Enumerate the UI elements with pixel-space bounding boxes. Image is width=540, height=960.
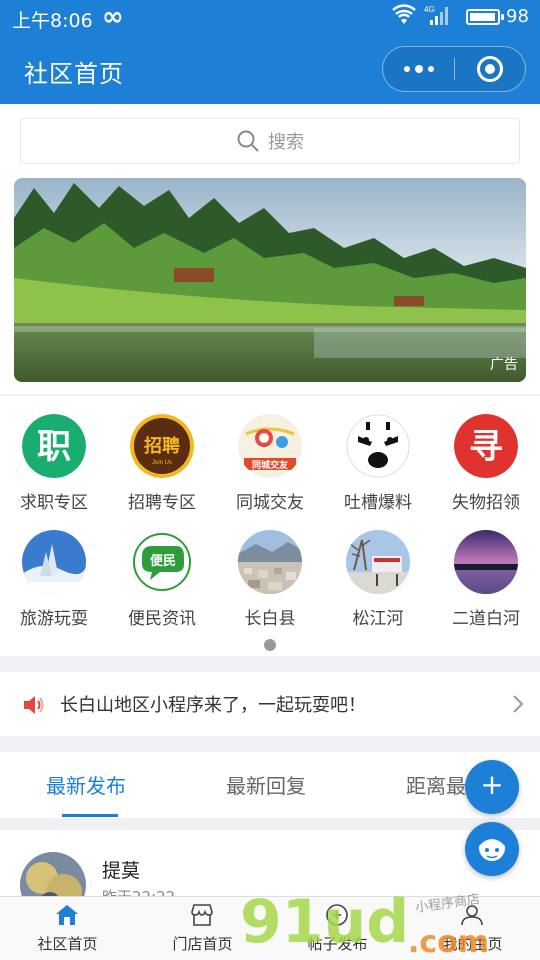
post-author: 提莫 (102, 860, 141, 882)
job-icon: 职 (22, 414, 86, 478)
search-icon (237, 130, 259, 152)
category-grid: 职 求职专区 招聘 Join Us 招聘专区 同城交友 同城交友 吐槽爆料 寻 … (0, 396, 540, 656)
tabbar-store[interactable]: 门店首页 (135, 897, 270, 960)
category-songjianghe[interactable]: 松江河 (324, 512, 432, 629)
category-friends[interactable]: 同城交友 同城交友 (216, 396, 324, 513)
erdaobaihe-icon (454, 530, 518, 594)
publish-icon (326, 904, 348, 926)
profile-icon (461, 905, 483, 926)
tabbar-publish[interactable]: 帖子发布 (270, 897, 405, 960)
svg-text:寻: 寻 (469, 427, 503, 467)
svg-text:同城交友: 同城交友 (252, 459, 288, 471)
add-post-button[interactable]: + (465, 760, 519, 814)
home-icon (56, 905, 78, 925)
banner-image (14, 178, 526, 382)
infinity-icon: ∞ (102, 2, 124, 32)
category-label: 失物招领 (452, 493, 520, 513)
ad-banner[interactable]: 广告 (14, 178, 526, 382)
battery-level: 98 (506, 6, 529, 27)
ad-label: 广告 (490, 357, 518, 373)
tabbar-home[interactable]: 社区首页 (0, 897, 135, 960)
category-label: 松江河 (352, 609, 404, 629)
store-icon (191, 904, 213, 926)
category-job[interactable]: 职 求职专区 (0, 396, 108, 513)
category-convenience[interactable]: 便民 便民资讯 (108, 512, 216, 629)
post-tabs: 最新发布 最新回复 距离最近 (0, 752, 540, 818)
category-label: 二道白河 (452, 609, 520, 629)
category-label: 求职专区 (20, 493, 88, 513)
category-recruit[interactable]: 招聘 Join Us 招聘专区 (108, 396, 216, 513)
tabbar-label: 我的主页 (442, 935, 503, 953)
page-indicator-dot (264, 639, 276, 651)
category-travel[interactable]: 旅游玩耍 (0, 512, 108, 629)
category-label: 同城交友 (236, 493, 304, 513)
battery-icon (466, 9, 504, 25)
top-section: 搜索 广告 (0, 104, 540, 394)
miniprogram-capsule (382, 46, 526, 92)
tab-latest-posts[interactable]: 最新发布 (46, 770, 126, 799)
category-erdaobaihe[interactable]: 二道白河 (432, 512, 540, 629)
svg-text:Join Us: Join Us (152, 460, 172, 466)
tabbar-label: 门店首页 (172, 935, 233, 953)
wifi-icon (392, 4, 416, 24)
lost-found-icon: 寻 (454, 414, 518, 478)
category-complain[interactable]: 吐槽爆料 (324, 396, 432, 513)
travel-icon (22, 530, 86, 594)
songjianghe-icon (346, 530, 410, 594)
app-header: 上午8:06 ∞ 4G 98 社区首页 (0, 0, 540, 104)
category-lost-found[interactable]: 寻 失物招领 (432, 396, 540, 513)
tabbar-label: 社区首页 (37, 935, 98, 953)
svg-text:招聘: 招聘 (144, 435, 180, 457)
friends-icon: 同城交友 (238, 414, 302, 478)
convenience-icon: 便民 (130, 530, 194, 594)
changbai-icon (238, 530, 302, 594)
notice-bar[interactable]: 长白山地区小程序来了，一起玩耍吧！ (0, 672, 540, 736)
chevron-right-icon (513, 695, 524, 713)
search-bar[interactable]: 搜索 (20, 118, 520, 164)
plus-icon: + (480, 768, 504, 801)
close-miniprogram-button[interactable] (477, 56, 503, 82)
more-button[interactable] (383, 47, 455, 91)
category-changbai[interactable]: 长白县 (216, 512, 324, 629)
active-tab-indicator (62, 814, 118, 817)
status-bar: 上午8:06 ∞ 4G 98 (0, 0, 540, 34)
tabbar-label: 帖子发布 (307, 935, 368, 953)
user-face-icon (479, 834, 505, 861)
tab-latest-replies[interactable]: 最新回复 (226, 770, 306, 799)
search-placeholder: 搜索 (268, 132, 304, 153)
capsule-divider (454, 58, 455, 80)
signal-icon: 4G (424, 5, 448, 25)
category-label: 吐槽爆料 (344, 493, 412, 513)
page-title: 社区首页 (24, 60, 124, 88)
recruit-icon: 招聘 Join Us (130, 414, 194, 478)
svg-text:便民: 便民 (150, 553, 176, 569)
status-time: 上午8:06 (12, 10, 93, 32)
category-label: 便民资讯 (128, 609, 196, 629)
category-label: 长白县 (244, 609, 296, 629)
category-label: 旅游玩耍 (20, 609, 88, 629)
tabbar-profile[interactable]: 我的主页 (405, 897, 540, 960)
bottom-tab-bar: 社区首页 门店首页 帖子发布 我的主页 (0, 896, 540, 960)
notice-text: 长白山地区小程序来了，一起玩耍吧！ (60, 695, 366, 716)
speaker-icon (24, 696, 44, 714)
svg-text:职: 职 (37, 427, 71, 467)
network-label: 4G (424, 5, 435, 14)
category-label: 招聘专区 (128, 493, 196, 513)
battery-fill (470, 13, 495, 21)
complain-icon (346, 414, 410, 478)
user-center-button[interactable] (465, 822, 519, 876)
